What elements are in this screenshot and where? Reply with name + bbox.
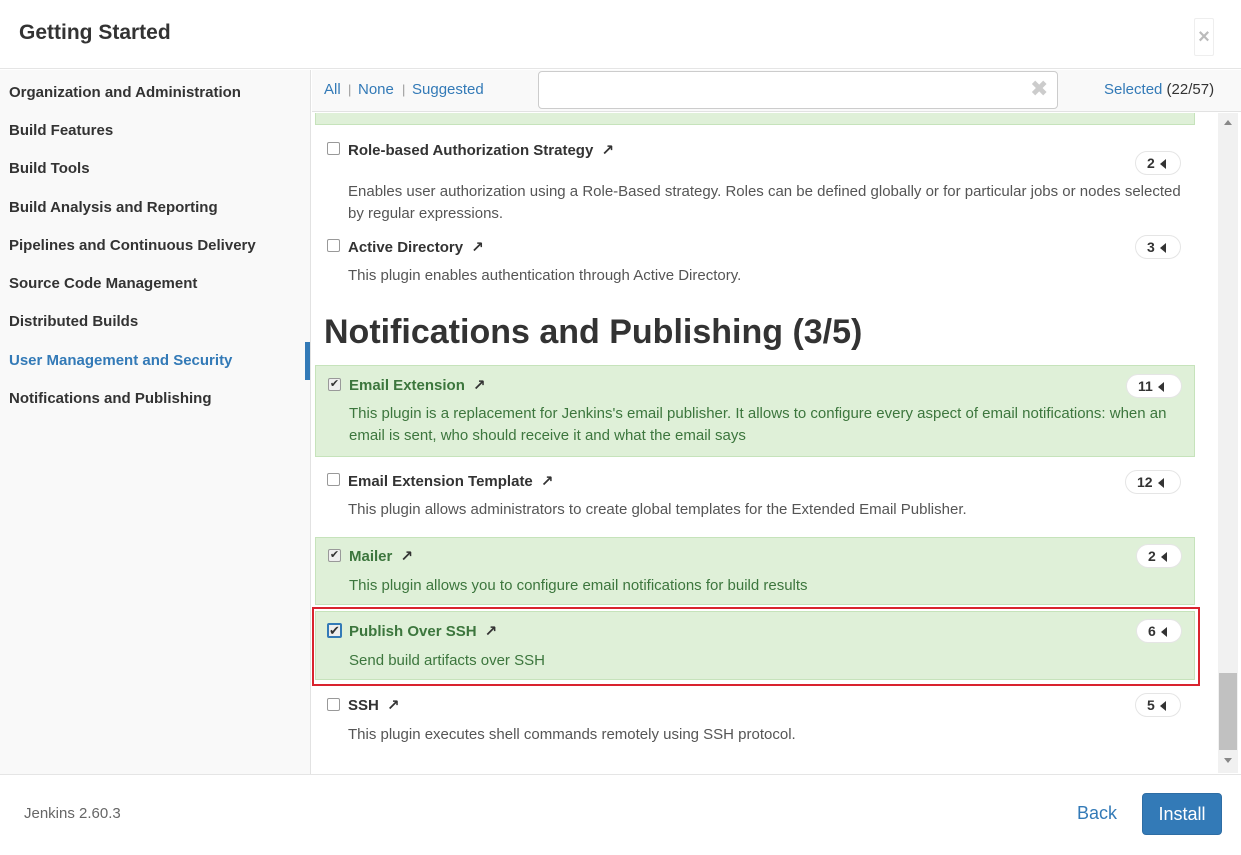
toolbar-separator: |: [348, 82, 352, 97]
dependency-count: 12: [1137, 474, 1153, 490]
plugin-description: This plugin is a replacement for Jenkins…: [349, 405, 1167, 444]
close-icon[interactable]: ×: [1194, 18, 1214, 56]
scrollbar-thumb[interactable]: [1219, 673, 1237, 750]
sidebar-item-organization-and-administration[interactable]: Organization and Administration: [9, 83, 241, 103]
caret-left-icon: [1159, 243, 1166, 253]
section-title-notifications: Notifications and Publishing (3/5): [324, 313, 863, 351]
plugin-name[interactable]: SSH ↗: [348, 696, 399, 714]
plugin-name-text: SSH: [348, 697, 379, 714]
external-link-icon[interactable]: ↗: [473, 377, 486, 394]
plugin-checkbox[interactable]: [327, 142, 340, 155]
plugin-list-scrollbar[interactable]: [1218, 113, 1238, 773]
dependency-badge[interactable]: 3: [1135, 235, 1181, 259]
sidebar-item-build-tools[interactable]: Build Tools: [9, 159, 90, 179]
select-all-link[interactable]: All: [324, 81, 341, 98]
plugin-checkbox[interactable]: [327, 239, 340, 252]
plugin-search-input[interactable]: [538, 71, 1058, 109]
caret-left-icon: [1157, 478, 1164, 488]
dependency-badge[interactable]: 2: [1136, 544, 1182, 568]
plugin-row[interactable]: SSH ↗ 5 This plugin executes shell comman…: [315, 687, 1195, 757]
sidebar-item-build-features[interactable]: Build Features: [9, 121, 113, 141]
caret-left-icon: [1157, 382, 1164, 392]
plugin-description: This plugin executes shell commands remo…: [348, 726, 796, 743]
selected-count-link[interactable]: Selected (22/57): [1104, 81, 1214, 98]
scroll-up-icon[interactable]: [1224, 120, 1232, 125]
sidebar-item-notifications-and-publishing[interactable]: Notifications and Publishing: [9, 389, 212, 409]
dependency-count: 5: [1147, 697, 1155, 713]
plugin-row[interactable]: ✔ Email Extension ↗ 11 This plugin is a r…: [315, 365, 1195, 457]
select-none-link[interactable]: None: [358, 81, 394, 98]
jenkins-version: Jenkins 2.60.3: [24, 805, 121, 822]
dependency-badge[interactable]: 5: [1135, 693, 1181, 717]
caret-left-icon: [1160, 552, 1167, 562]
plugin-row[interactable]: ✔ Mailer ↗ 2 This plugin allows you to co…: [315, 537, 1195, 605]
plugin-name-text: Role-based Authorization Strategy: [348, 142, 594, 159]
plugin-name-text: Email Extension Template: [348, 473, 533, 490]
external-link-icon[interactable]: ↗: [471, 239, 484, 256]
select-suggested-link[interactable]: Suggested: [412, 81, 484, 98]
highlight-box: [312, 607, 1200, 686]
dependency-count: 3: [1147, 239, 1155, 255]
plugin-name-text: Email Extension: [349, 377, 465, 394]
plugin-name[interactable]: Email Extension ↗: [349, 376, 485, 394]
caret-left-icon: [1159, 701, 1166, 711]
selected-label: Selected: [1104, 81, 1163, 98]
sidebar-active-indicator: [305, 342, 310, 380]
dialog-header: Getting Started ×: [0, 0, 1241, 69]
sidebar-item-distributed-builds[interactable]: Distributed Builds: [9, 312, 138, 332]
external-link-icon[interactable]: ↗: [601, 142, 614, 159]
scroll-down-icon[interactable]: [1224, 758, 1232, 763]
dependency-count: 2: [1147, 155, 1155, 171]
dependency-badge[interactable]: 11: [1126, 374, 1182, 398]
plugin-name[interactable]: Active Directory ↗: [348, 238, 484, 256]
plugin-description: This plugin allows you to configure emai…: [349, 577, 808, 594]
sidebar-item-build-analysis-and-reporting[interactable]: Build Analysis and Reporting: [9, 198, 218, 218]
previous-plugin-row-tail: [315, 113, 1195, 125]
plugin-checkbox[interactable]: ✔: [328, 378, 341, 391]
plugin-description: Enables user authorization using a Role-…: [348, 183, 1181, 222]
plugin-row[interactable]: Role-based Authorization Strategy ↗ 2 Ena…: [315, 125, 1195, 222]
plugin-name[interactable]: Mailer ↗: [349, 547, 413, 565]
external-link-icon[interactable]: ↗: [400, 548, 413, 565]
plugin-name[interactable]: Role-based Authorization Strategy ↗: [348, 141, 614, 159]
dependency-count: 2: [1148, 548, 1156, 564]
plugin-checkbox[interactable]: [327, 698, 340, 711]
dependency-badge[interactable]: 2: [1135, 151, 1181, 175]
install-button[interactable]: Install: [1142, 793, 1222, 835]
selected-count: (22/57): [1166, 81, 1215, 98]
clear-search-icon[interactable]: ✖: [1030, 76, 1048, 102]
back-button[interactable]: Back: [1077, 803, 1117, 824]
plugin-description: This plugin enables authentication throu…: [348, 267, 742, 284]
plugin-row[interactable]: Email Extension Template ↗ 12 This plugin…: [315, 457, 1195, 537]
caret-left-icon: [1159, 159, 1166, 169]
sidebar-item-source-code-management[interactable]: Source Code Management: [9, 274, 197, 294]
external-link-icon[interactable]: ↗: [541, 473, 554, 490]
external-link-icon[interactable]: ↗: [387, 697, 400, 714]
plugin-checkbox[interactable]: [327, 473, 340, 486]
plugin-checkbox[interactable]: ✔: [328, 549, 341, 562]
sidebar-item-user-management-and-security[interactable]: User Management and Security: [9, 351, 232, 371]
plugin-name[interactable]: Email Extension Template ↗: [348, 472, 553, 490]
plugin-row[interactable]: Active Directory ↗ 3 This plugin enables …: [315, 221, 1195, 291]
plugin-name-text: Mailer: [349, 548, 393, 565]
plugin-toolbar: All | None | Suggested ✖ Selected (22/57…: [312, 70, 1241, 112]
dialog-footer: Jenkins 2.60.3 Back Install: [0, 774, 1241, 855]
dependency-count: 11: [1138, 378, 1153, 394]
plugin-description: This plugin allows administrators to cre…: [348, 501, 967, 518]
category-sidebar: Organization and Administration Build Fe…: [0, 70, 311, 774]
plugin-name-text: Active Directory: [348, 239, 464, 256]
plugin-list: Role-based Authorization Strategy ↗ 2 Ena…: [312, 113, 1218, 773]
dialog-title: Getting Started: [19, 21, 171, 44]
sidebar-item-pipelines-and-continuous-delivery[interactable]: Pipelines and Continuous Delivery: [9, 236, 256, 256]
dependency-badge[interactable]: 12: [1125, 470, 1181, 494]
toolbar-separator: |: [402, 82, 406, 97]
